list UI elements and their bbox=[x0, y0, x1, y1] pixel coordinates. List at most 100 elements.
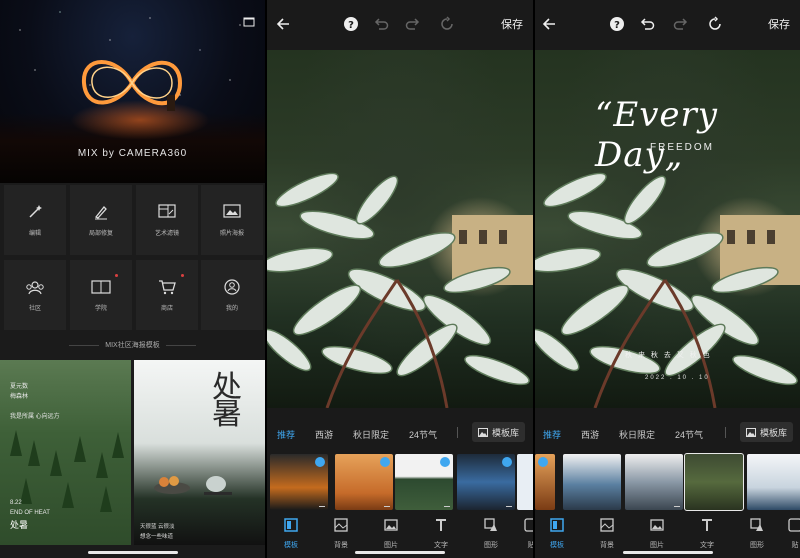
tool-edit[interactable]: 编辑 bbox=[4, 185, 66, 255]
poster-text: 天很蓝 云很淡 bbox=[140, 524, 175, 530]
tool-template[interactable]: 模板 bbox=[271, 518, 311, 552]
save-button[interactable]: 保存 bbox=[768, 16, 790, 32]
tool-sticker[interactable]: 贴 bbox=[511, 518, 533, 552]
gift-icon[interactable] bbox=[243, 15, 255, 27]
tile-label: 局部修复 bbox=[88, 230, 113, 237]
tab-autumn-limited[interactable]: 秋日限定 bbox=[619, 428, 655, 441]
tool-label: 贴 bbox=[527, 542, 534, 549]
tool-sticker[interactable]: 贴 bbox=[775, 518, 800, 552]
image-icon bbox=[746, 427, 756, 437]
tool-profile[interactable]: 我的 bbox=[201, 260, 263, 330]
tab-divider bbox=[457, 427, 458, 438]
tool-community[interactable]: 社区 bbox=[4, 260, 66, 330]
background-icon bbox=[334, 518, 348, 532]
tree-shape bbox=[96, 452, 108, 478]
tool-image[interactable]: 图片 bbox=[637, 518, 677, 552]
tool-background[interactable]: 背景 bbox=[587, 518, 627, 552]
brand-title: MIX by CAMERA360 bbox=[77, 148, 188, 159]
undo-icon[interactable] bbox=[373, 16, 389, 32]
template-thumb[interactable] bbox=[747, 454, 800, 510]
section-title: MIX社区海报模板 bbox=[0, 340, 265, 350]
tab-recommend[interactable]: 推荐 bbox=[543, 428, 561, 441]
tool-art-filter[interactable]: 艺术滤镜 bbox=[136, 185, 198, 255]
template-library-button[interactable]: 模板库 bbox=[472, 422, 526, 442]
back-arrow-icon[interactable] bbox=[541, 16, 557, 32]
poster-calligraphy: 处暑 bbox=[212, 370, 242, 432]
download-icon bbox=[674, 501, 680, 507]
vip-badge-icon bbox=[538, 457, 548, 467]
brush-icon bbox=[94, 205, 107, 219]
background-icon bbox=[600, 518, 614, 532]
tree-shape bbox=[112, 432, 124, 458]
reset-icon[interactable] bbox=[439, 16, 455, 32]
template-icon bbox=[284, 518, 298, 532]
template-thumb[interactable] bbox=[335, 454, 393, 510]
template-thumb[interactable] bbox=[535, 454, 555, 510]
undo-icon[interactable] bbox=[639, 16, 655, 32]
reset-icon[interactable] bbox=[707, 16, 723, 32]
text-icon bbox=[436, 519, 446, 531]
template-thumb[interactable] bbox=[395, 454, 453, 510]
poster-card-right[interactable]: 处暑 天很蓝 云很淡 想念一些味道 bbox=[134, 360, 265, 545]
download-icon bbox=[506, 501, 512, 507]
template-date-text[interactable]: 2022 . 10 . 10 bbox=[645, 375, 710, 381]
tool-label: 贴 bbox=[791, 542, 799, 549]
magic-wand-icon bbox=[29, 204, 42, 218]
redo-icon[interactable] bbox=[673, 16, 689, 32]
home-indicator bbox=[87, 551, 178, 554]
tab-recommend[interactable]: 推荐 bbox=[277, 428, 295, 441]
help-icon[interactable]: ? bbox=[343, 16, 359, 32]
template-title-text[interactable]: “Every Day„ bbox=[595, 95, 800, 175]
poster-card-left[interactable]: 夏元数 梅森林 我是所属 心向远方 8.22 END OF HEAT 处暑 bbox=[0, 360, 131, 545]
tool-template[interactable]: 模板 bbox=[537, 518, 577, 552]
poster-text: 想念一些味道 bbox=[140, 534, 174, 540]
template-thumb-selected[interactable] bbox=[684, 453, 744, 511]
tile-label: 艺术滤镜 bbox=[154, 230, 179, 237]
tool-image[interactable]: 图片 bbox=[371, 518, 411, 552]
template-thumb[interactable] bbox=[517, 454, 533, 510]
template-library-button[interactable]: 模板库 bbox=[740, 422, 794, 442]
template-tabs: 推荐 西游 秋日限定 24节气 模板库 bbox=[535, 414, 800, 450]
tab-autumn-limited[interactable]: 秋日限定 bbox=[353, 428, 389, 441]
template-subtitle-text[interactable]: FREEDOM bbox=[650, 142, 714, 153]
library-label: 模板库 bbox=[492, 427, 520, 438]
redo-icon[interactable] bbox=[405, 16, 421, 32]
photo-canvas[interactable] bbox=[267, 50, 533, 408]
tool-label: 背景 bbox=[334, 542, 348, 549]
template-poem-text[interactable]: 秋 来 秋 去 又 秋 色 bbox=[625, 350, 712, 360]
back-arrow-icon[interactable] bbox=[275, 16, 291, 32]
tool-shape[interactable]: 图形 bbox=[471, 518, 511, 552]
hero-banner[interactable]: MIX by CAMERA360 bbox=[0, 0, 265, 183]
tool-grid: 编辑 局部修复 艺术滤镜 照片海报 社区 学院 商店 我的 bbox=[0, 183, 265, 333]
tool-photo-poster[interactable]: 照片海报 bbox=[201, 185, 263, 255]
library-label: 模板库 bbox=[760, 427, 788, 438]
template-icon bbox=[550, 518, 564, 532]
snowy-leaves-illustration bbox=[267, 172, 533, 408]
tab-solar-terms[interactable]: 24节气 bbox=[675, 428, 703, 441]
tool-repair[interactable]: 局部修复 bbox=[70, 185, 132, 255]
tree-shape bbox=[50, 450, 62, 476]
tool-academy[interactable]: 学院 bbox=[70, 260, 132, 330]
help-icon[interactable]: ? bbox=[609, 16, 625, 32]
tool-label: 图片 bbox=[384, 542, 398, 549]
tool-shape[interactable]: 图形 bbox=[737, 518, 777, 552]
tile-label: 社区 bbox=[28, 305, 41, 312]
poster-big-title: 处暑 bbox=[10, 520, 29, 530]
template-thumb[interactable] bbox=[457, 454, 515, 510]
tab-journey-west[interactable]: 西游 bbox=[581, 428, 599, 441]
save-button[interactable]: 保存 bbox=[501, 16, 523, 32]
template-thumb[interactable] bbox=[270, 454, 328, 510]
tab-journey-west[interactable]: 西游 bbox=[315, 428, 333, 441]
download-icon bbox=[319, 501, 325, 507]
tool-text[interactable]: 文字 bbox=[687, 518, 727, 552]
template-tabs: 推荐 西游 秋日限定 24节气 模板库 bbox=[267, 414, 533, 450]
tool-store[interactable]: 商店 bbox=[136, 260, 198, 330]
tab-solar-terms[interactable]: 24节气 bbox=[409, 428, 437, 441]
tool-background[interactable]: 背景 bbox=[321, 518, 361, 552]
tree-shape bbox=[100, 486, 112, 512]
template-thumb[interactable] bbox=[625, 454, 683, 510]
tool-text[interactable]: 文字 bbox=[421, 518, 461, 552]
template-thumb[interactable] bbox=[563, 454, 621, 510]
photo-canvas[interactable]: “Every Day„ FREEDOM 秋 来 秋 去 又 秋 色 2022 .… bbox=[535, 50, 800, 408]
home-indicator bbox=[355, 551, 445, 554]
